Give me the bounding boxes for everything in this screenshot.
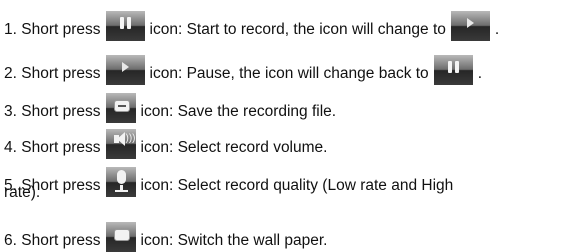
step-text: icon: Save the recording file. <box>140 103 337 120</box>
step-prefix: Short press <box>21 103 101 120</box>
step-number: 4. <box>4 139 17 156</box>
step-number: 6. <box>4 232 17 249</box>
step-text-end: . <box>494 21 500 38</box>
step-text: icon: Switch the wall paper. <box>140 232 328 249</box>
step-number: 2. <box>4 65 17 82</box>
microphone-icon <box>105 167 136 197</box>
wallpaper-icon <box>105 222 136 252</box>
play-icon <box>105 55 145 85</box>
step-text: icon: Select record volume. <box>140 139 328 156</box>
step-text-continuation: rate). <box>4 184 41 201</box>
step-prefix: Short press <box>21 139 101 156</box>
step-4: 4. Short press))) icon: Select record vol… <box>4 129 327 159</box>
step-text-end: . <box>477 65 482 82</box>
pause-icon <box>105 11 145 41</box>
step-prefix: Short press <box>21 21 101 38</box>
step-number: 1. <box>4 21 17 38</box>
step-5: 5. Short press icon: Select record qualit… <box>4 167 453 197</box>
step-1: 1. Short press icon: Start to record, the… <box>4 11 499 41</box>
pause-icon <box>433 55 473 85</box>
step-6: 6. Short press icon: Switch the wall pape… <box>4 222 327 252</box>
step-3: 3. Short press icon: Save the recording f… <box>4 93 336 123</box>
step-prefix: Short press <box>21 232 101 249</box>
save-icon <box>105 93 136 123</box>
play-icon <box>450 11 490 41</box>
step-text: icon: Pause, the icon will change back t… <box>149 65 429 82</box>
step-number: 3. <box>4 103 17 120</box>
volume-icon: ))) <box>105 129 136 159</box>
step-2: 2. Short press icon: Pause, the icon will… <box>4 55 482 85</box>
step-5-continuation: rate). <box>4 184 40 202</box>
step-prefix: Short press <box>21 65 101 82</box>
step-text: icon: Select record quality (Low rate an… <box>140 177 454 194</box>
step-text: icon: Start to record, the icon will cha… <box>149 21 446 38</box>
